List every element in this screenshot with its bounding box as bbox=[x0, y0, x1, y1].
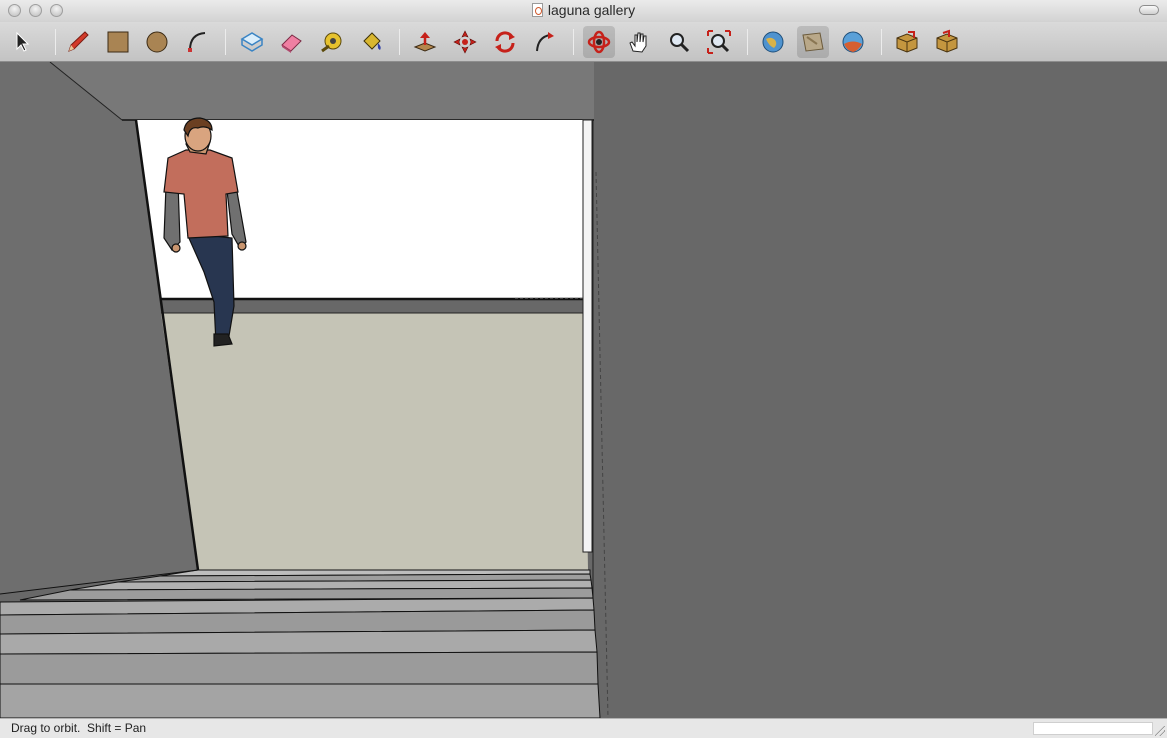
door-jamb bbox=[582, 119, 593, 553]
rectangle-tool-button[interactable] bbox=[102, 26, 134, 58]
right-wall bbox=[592, 62, 1167, 718]
arc-icon bbox=[188, 32, 206, 52]
orbit-tool-button[interactable] bbox=[583, 26, 615, 58]
paint-bucket-icon bbox=[363, 32, 381, 50]
globe-icon bbox=[762, 31, 784, 53]
toolbar-separator bbox=[881, 29, 882, 55]
zoom-extents-button[interactable] bbox=[703, 26, 735, 58]
paint-bucket-button[interactable] bbox=[356, 26, 388, 58]
window-title-area: laguna gallery bbox=[0, 2, 1167, 18]
get-components-button[interactable] bbox=[891, 26, 923, 58]
share-model-icon bbox=[802, 32, 824, 52]
magnifier-icon bbox=[670, 33, 690, 53]
toolbar-separator bbox=[747, 29, 748, 55]
select-tool-button[interactable] bbox=[6, 26, 38, 58]
status-bar: Drag to orbit. Shift = Pan bbox=[0, 718, 1167, 738]
hand-icon bbox=[629, 32, 647, 53]
component-icon bbox=[240, 32, 264, 52]
resize-grip[interactable] bbox=[1155, 726, 1165, 736]
move-icon bbox=[453, 30, 477, 54]
toolbar-separator bbox=[225, 29, 226, 55]
toolbar-separator bbox=[399, 29, 400, 55]
box-icon bbox=[896, 31, 918, 53]
pan-tool-button[interactable] bbox=[623, 26, 655, 58]
push-pull-icon bbox=[413, 32, 437, 52]
toolbar-separator bbox=[573, 29, 574, 55]
toolbar-toggle-button[interactable] bbox=[1139, 5, 1159, 15]
earth-icon bbox=[842, 31, 864, 53]
orbit-icon bbox=[587, 30, 611, 54]
pencil-icon bbox=[68, 31, 89, 52]
share-component-button[interactable] bbox=[931, 26, 963, 58]
main-toolbar bbox=[0, 22, 1167, 62]
share-model-button[interactable] bbox=[797, 26, 829, 58]
sketchup-window: laguna gallery Drag to orbit. Shift = Pa… bbox=[0, 0, 1167, 738]
tape-measure-icon bbox=[321, 32, 342, 53]
move-tool-button[interactable] bbox=[449, 26, 481, 58]
title-bar: laguna gallery bbox=[0, 0, 1167, 22]
follow-me-icon bbox=[536, 32, 554, 52]
rectangle-icon bbox=[107, 31, 129, 53]
make-component-button[interactable] bbox=[236, 26, 268, 58]
window-title: laguna gallery bbox=[547, 2, 636, 18]
eraser-tool-button[interactable] bbox=[276, 26, 308, 58]
follow-me-button[interactable] bbox=[529, 26, 561, 58]
stairwell-scene[interactable] bbox=[0, 62, 1167, 718]
landing-floor bbox=[161, 313, 588, 570]
ceiling-soffit bbox=[50, 62, 594, 120]
line-tool-button[interactable] bbox=[62, 26, 94, 58]
model-viewport[interactable] bbox=[0, 62, 1167, 718]
tape-measure-button[interactable] bbox=[316, 26, 348, 58]
eraser-icon bbox=[281, 34, 302, 53]
preview-google-earth-button[interactable] bbox=[837, 26, 869, 58]
arrow-cursor-icon bbox=[16, 31, 30, 52]
circle-icon bbox=[146, 31, 168, 53]
status-hint: Drag to orbit. Shift = Pan bbox=[11, 721, 147, 735]
measurements-box[interactable] bbox=[1033, 722, 1153, 735]
rotate-icon bbox=[495, 31, 515, 53]
circle-tool-button[interactable] bbox=[141, 26, 173, 58]
get-models-button[interactable] bbox=[757, 26, 789, 58]
rotate-tool-button[interactable] bbox=[489, 26, 521, 58]
arc-tool-button[interactable] bbox=[182, 26, 214, 58]
toolbar-separator bbox=[55, 29, 56, 55]
document-icon bbox=[531, 3, 543, 17]
zoom-tool-button[interactable] bbox=[663, 26, 695, 58]
push-pull-button[interactable] bbox=[409, 26, 441, 58]
box-share-icon bbox=[936, 29, 958, 53]
stair-flight bbox=[0, 569, 601, 718]
zoom-extents-icon bbox=[707, 30, 731, 54]
